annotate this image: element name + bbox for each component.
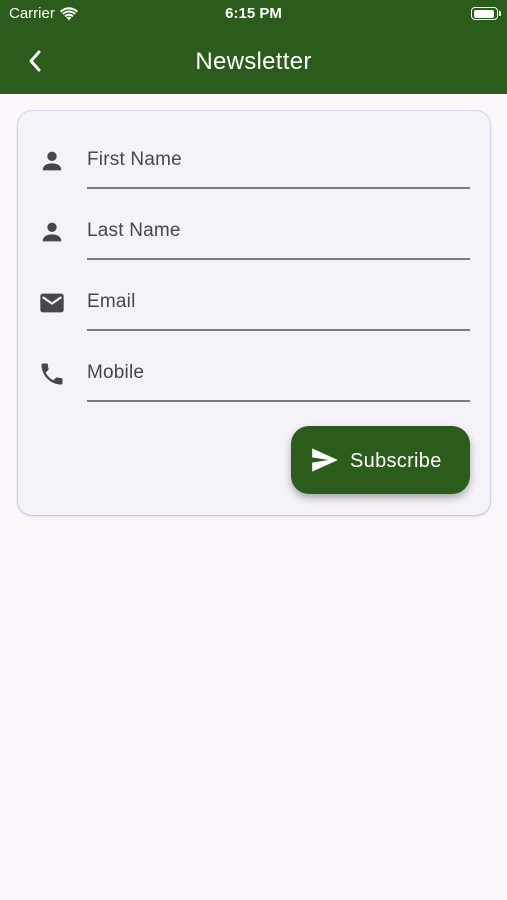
clock: 6:15 PM — [225, 5, 282, 22]
battery-icon — [471, 7, 501, 20]
send-icon — [312, 448, 338, 472]
page-title: Newsletter — [195, 48, 312, 75]
email-field[interactable] — [87, 291, 470, 313]
mail-icon — [40, 293, 64, 313]
mobile-underline — [87, 400, 470, 402]
phone-icon — [41, 363, 63, 385]
subscribe-label: Subscribe — [350, 450, 442, 472]
email-row — [18, 253, 490, 331]
person-icon — [42, 151, 62, 171]
last-name-field[interactable] — [87, 220, 470, 242]
subscribe-button[interactable]: Subscribe — [291, 426, 470, 494]
app-bar: Newsletter — [0, 30, 507, 94]
mobile-row — [18, 324, 490, 402]
status-bar: Carrier 6:15 PM — [0, 0, 507, 30]
mobile-field[interactable] — [87, 362, 470, 384]
last-name-row — [18, 182, 490, 260]
person-icon — [42, 222, 62, 242]
first-name-row — [18, 111, 490, 189]
first-name-field[interactable] — [87, 149, 470, 171]
